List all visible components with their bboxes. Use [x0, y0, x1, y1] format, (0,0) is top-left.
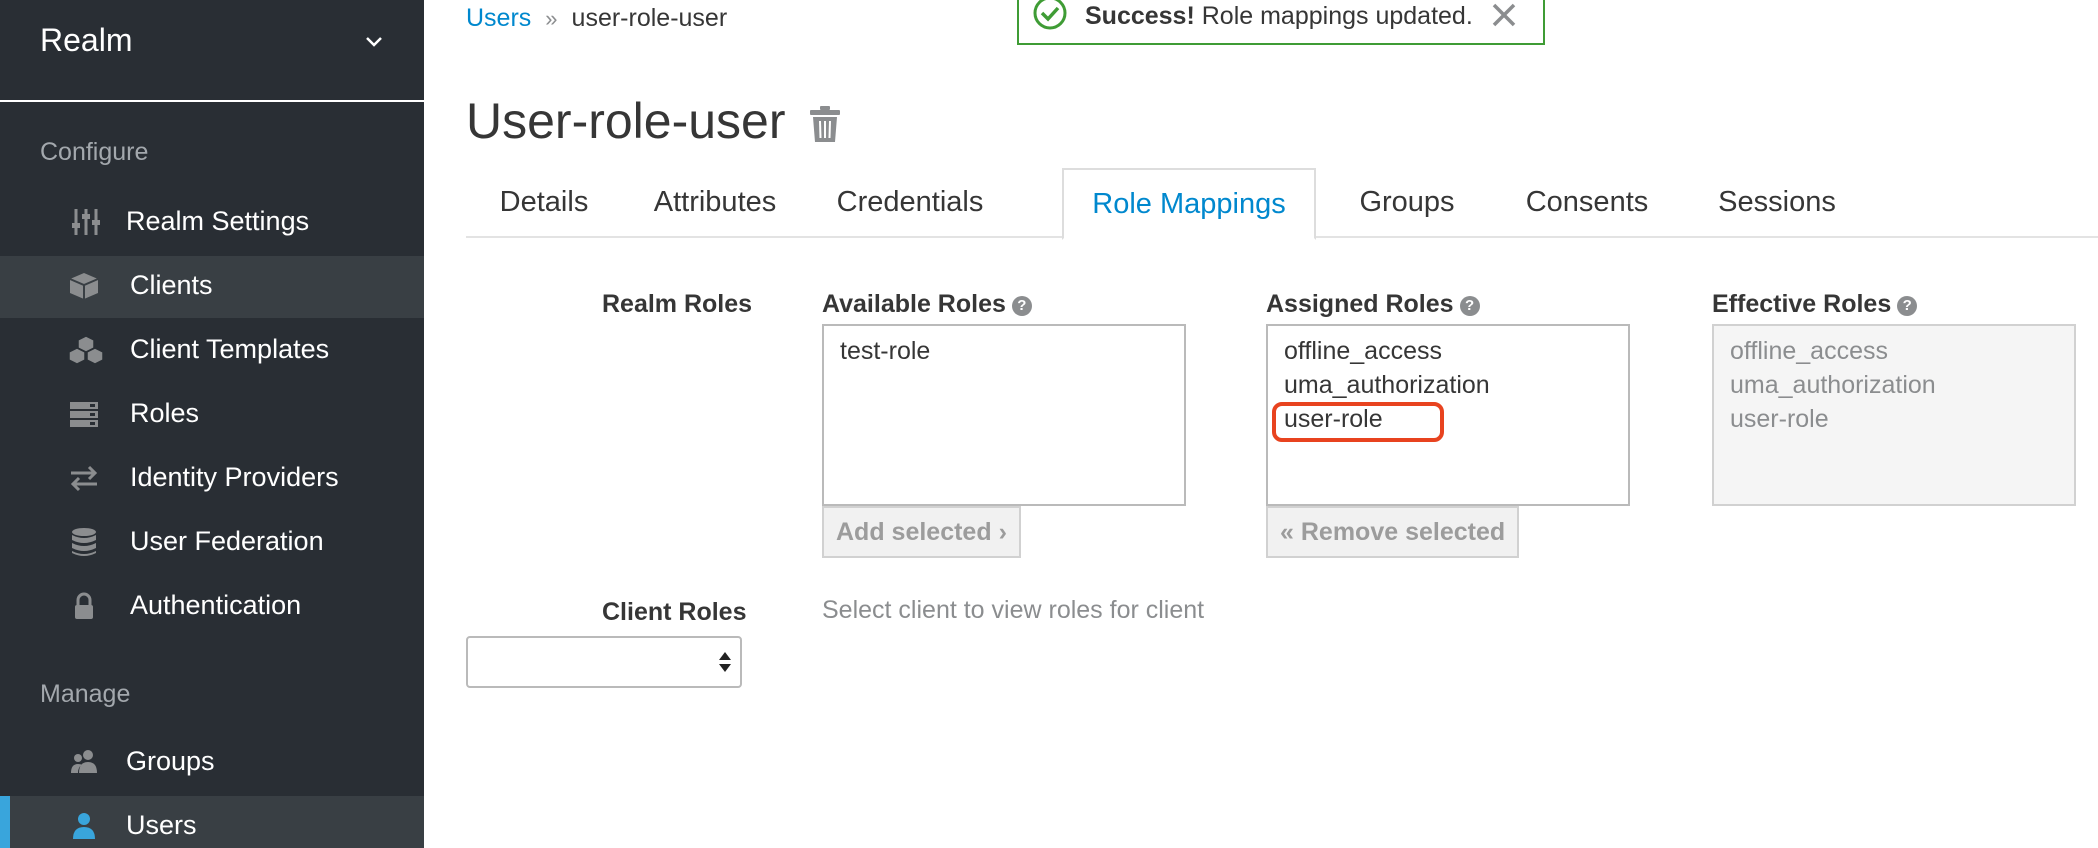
tab-bar: Details Attributes Credentials Role Mapp…: [466, 168, 2098, 240]
lock-icon: [75, 592, 93, 619]
breadcrumb-users-link[interactable]: Users: [466, 4, 531, 32]
realm-roles-label: Realm Roles: [602, 290, 753, 318]
list-item: uma_authorization: [1730, 371, 1936, 399]
help-icon[interactable]: ?: [1459, 296, 1480, 316]
cube-icon: [69, 273, 99, 299]
remove-selected-button[interactable]: « Remove selected: [1266, 506, 1520, 558]
sidebar-item-label: Authentication: [130, 590, 302, 620]
effective-roles-label: Effective Roles?: [1712, 290, 1918, 319]
sidebar-item-roles[interactable]: Roles: [0, 384, 424, 444]
cubes-icon: [68, 335, 104, 365]
client-roles-label: Client Roles: [602, 598, 747, 626]
manage-section-label: Manage: [40, 680, 131, 708]
double-chevron-left-icon: «: [1280, 518, 1294, 546]
user-icon: [73, 813, 95, 839]
list-item-user-role[interactable]: user-role: [1272, 402, 1628, 442]
sidebar-item-label: Users: [126, 810, 197, 840]
tab-sessions[interactable]: Sessions: [1682, 168, 1872, 238]
assigned-roles-label: Assigned Roles?: [1266, 290, 1480, 319]
main-content: Users » user-role-user Success! Role mappi…: [424, 0, 2098, 848]
list-item[interactable]: offline_access: [1284, 334, 1628, 368]
select-arrows-icon: [719, 652, 731, 672]
realm-name: Realm: [40, 22, 133, 58]
list-item[interactable]: test-role: [840, 334, 1184, 368]
add-selected-label: Add selected: [836, 518, 992, 546]
client-select[interactable]: [466, 636, 742, 688]
chevron-right-icon: ›: [998, 518, 1007, 546]
tab-attributes[interactable]: Attributes: [622, 168, 808, 238]
realm-selector[interactable]: Realm: [0, 0, 424, 102]
breadcrumb-separator-icon: »: [545, 6, 558, 31]
breadcrumb: Users » user-role-user: [466, 4, 727, 33]
remove-selected-label: Remove selected: [1300, 518, 1506, 546]
active-indicator: [0, 796, 10, 848]
sidebar-item-label: Identity Providers: [130, 462, 339, 492]
database-icon: [72, 528, 96, 556]
sliders-icon: [72, 209, 100, 235]
trash-icon[interactable]: [808, 104, 842, 144]
sidebar-item-users[interactable]: Users: [0, 796, 424, 848]
sidebar-item-groups[interactable]: Groups: [0, 732, 424, 792]
sidebar-item-label: Clients: [130, 270, 213, 300]
sidebar-item-client-templates[interactable]: Client Templates: [0, 320, 424, 380]
sidebar-item-label: User Federation: [130, 526, 324, 556]
client-roles-hint: Select client to view roles for client: [822, 596, 1205, 624]
check-circle-icon: [1033, 0, 1067, 30]
sidebar-item-clients[interactable]: Clients: [0, 256, 424, 318]
sidebar-item-label: Client Templates: [130, 334, 330, 364]
available-roles-label-text: Available Roles: [822, 290, 1006, 318]
tab-consents[interactable]: Consents: [1492, 168, 1682, 238]
toast-title: Success!: [1085, 2, 1195, 30]
available-roles-list[interactable]: test-role: [822, 324, 1186, 506]
tab-groups[interactable]: Groups: [1322, 168, 1492, 238]
sidebar-item-identity-providers[interactable]: Identity Providers: [0, 448, 424, 508]
help-icon[interactable]: ?: [1897, 296, 1918, 316]
users-icon: [71, 750, 97, 773]
assigned-roles-list[interactable]: offline_access uma_authorization user-ro…: [1266, 324, 1630, 506]
sidebar-item-realm-settings[interactable]: Realm Settings: [0, 192, 424, 252]
annotation-highlight: [1272, 402, 1444, 442]
chevron-down-icon[interactable]: [362, 30, 386, 54]
breadcrumb-current: user-role-user: [571, 4, 728, 32]
tab-details[interactable]: Details: [466, 168, 622, 238]
list-item: user-role: [1730, 405, 1829, 433]
exchange-icon: [70, 465, 98, 492]
tab-credentials[interactable]: Credentials: [808, 168, 1012, 238]
sidebar-item-label: Groups: [126, 746, 215, 776]
page-title: User-role-user: [466, 93, 786, 149]
add-selected-button[interactable]: Add selected ›: [822, 506, 1021, 558]
server-icon: [70, 402, 98, 427]
sidebar-item-label: Roles: [130, 398, 200, 428]
configure-section-label: Configure: [40, 138, 149, 166]
effective-roles-label-text: Effective Roles: [1712, 290, 1892, 318]
help-icon[interactable]: ?: [1011, 296, 1032, 316]
success-toast: Success! Role mappings updated.: [1017, 0, 1545, 45]
assigned-roles-label-text: Assigned Roles: [1266, 290, 1454, 318]
tab-role-mappings[interactable]: Role Mappings: [1062, 168, 1316, 240]
available-roles-label: Available Roles?: [822, 290, 1032, 319]
toast-body: Role mappings updated.: [1201, 2, 1473, 30]
sidebar-item-authentication[interactable]: Authentication: [0, 576, 424, 636]
close-icon[interactable]: [1489, 2, 1519, 32]
list-item: offline_access: [1730, 337, 1888, 365]
sidebar-item-label: Realm Settings: [126, 206, 310, 236]
effective-roles-list: offline_access uma_authorization user-ro…: [1712, 324, 2076, 506]
toast-message: Success! Role mappings updated.: [1085, 2, 1473, 31]
sidebar-item-user-federation[interactable]: User Federation: [0, 512, 424, 572]
list-item[interactable]: uma_authorization: [1284, 368, 1628, 402]
sidebar: Realm Configure Realm Settings Clients C…: [0, 0, 424, 848]
